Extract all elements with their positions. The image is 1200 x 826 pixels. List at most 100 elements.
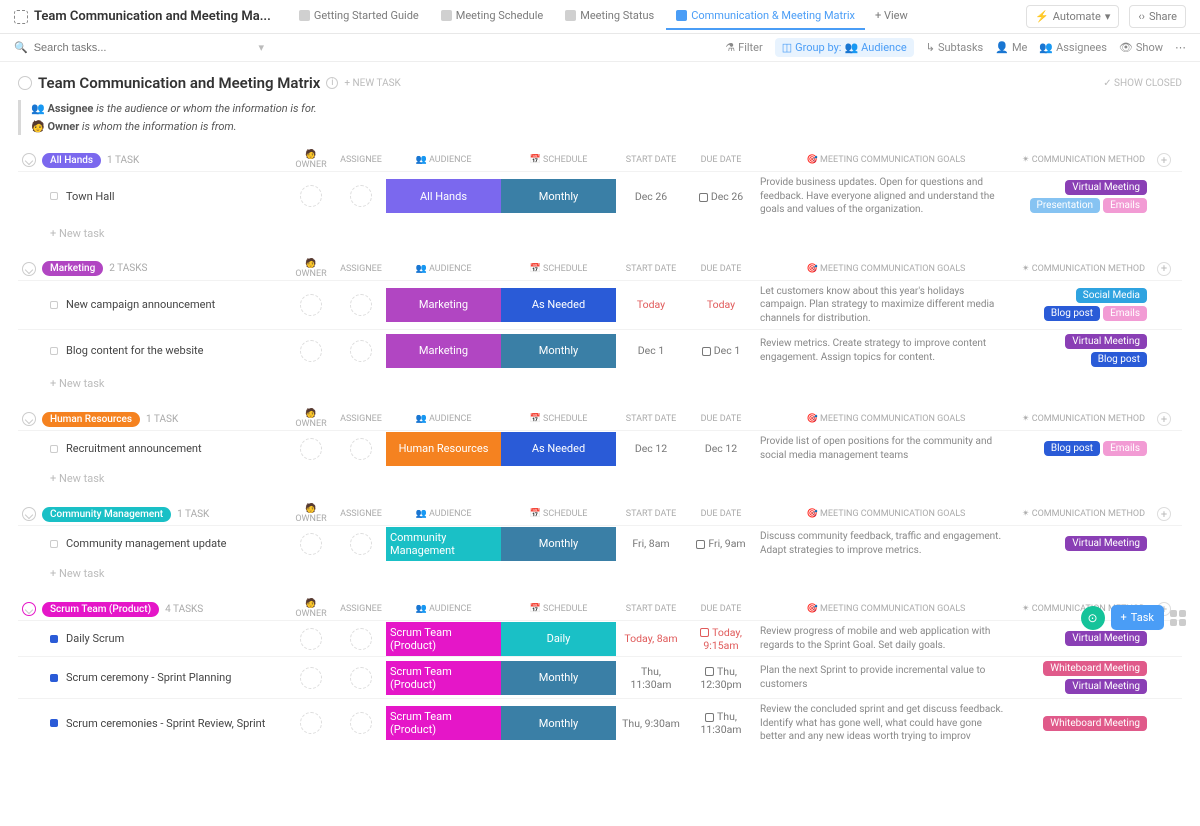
new-task-row[interactable]: + New task	[18, 466, 1182, 485]
audience-cell[interactable]: Marketing	[386, 334, 501, 368]
status-square[interactable]	[50, 635, 58, 643]
method-tag[interactable]: Emails	[1103, 441, 1147, 456]
automate-button[interactable]: ⚡ Automate ▾	[1026, 5, 1119, 28]
chevron-down-icon[interactable]: ▾	[258, 41, 264, 54]
start-date[interactable]: Dec 12	[616, 438, 686, 459]
method-tag[interactable]: Virtual Meeting	[1065, 679, 1147, 694]
method-tag[interactable]: Presentation	[1030, 198, 1101, 213]
start-date[interactable]: Today, 8am	[616, 628, 686, 649]
start-date[interactable]: Thu, 11:30am	[616, 661, 686, 695]
share-button[interactable]: ‹› Share	[1129, 5, 1186, 28]
task-row[interactable]: Recruitment announcementHuman ResourcesA…	[18, 430, 1182, 466]
schedule-cell[interactable]: Monthly	[501, 334, 616, 368]
show-button[interactable]: 👁Show	[1119, 41, 1163, 54]
method-tag[interactable]: Whiteboard Meeting	[1043, 716, 1147, 731]
schedule-cell[interactable]: Monthly	[501, 706, 616, 740]
status-square[interactable]	[50, 445, 58, 453]
status-square[interactable]	[50, 674, 58, 682]
new-task-row[interactable]: + New task	[18, 371, 1182, 390]
schedule-cell[interactable]: Monthly	[501, 527, 616, 561]
group-pill[interactable]: Marketing	[42, 261, 103, 276]
new-task-fab[interactable]: +Task	[1111, 605, 1164, 630]
add-column-button[interactable]: +	[1157, 153, 1171, 167]
info-icon[interactable]: i	[326, 77, 338, 89]
audience-cell[interactable]: Scrum Team (Product)	[386, 661, 501, 695]
owner-avatar[interactable]	[300, 185, 322, 207]
start-date[interactable]: Today	[616, 294, 686, 315]
due-date[interactable]: Dec 26	[686, 186, 756, 207]
apps-icon[interactable]	[1170, 610, 1186, 626]
collapse-icon[interactable]	[22, 262, 36, 276]
view-tab[interactable]: Meeting Status	[555, 3, 664, 30]
schedule-cell[interactable]: Monthly	[501, 179, 616, 213]
audience-cell[interactable]: All Hands	[386, 179, 501, 213]
due-date[interactable]: Dec 12	[686, 438, 756, 459]
assignee-avatar[interactable]	[350, 667, 372, 689]
task-row[interactable]: Blog content for the websiteMarketingMon…	[18, 329, 1182, 371]
task-row[interactable]: Scrum ceremonies - Sprint Review, Sprint…	[18, 698, 1182, 748]
task-row[interactable]: Community management updateCommunity Man…	[18, 525, 1182, 561]
task-row[interactable]: Scrum ceremony - Sprint PlanningScrum Te…	[18, 656, 1182, 698]
assignee-avatar[interactable]	[350, 712, 372, 734]
schedule-cell[interactable]: As Needed	[501, 432, 616, 466]
audience-cell[interactable]: Marketing	[386, 288, 501, 322]
me-button[interactable]: 👤Me	[995, 41, 1027, 54]
new-task-button[interactable]: + NEW TASK	[344, 78, 400, 89]
show-closed-button[interactable]: ✓ SHOW CLOSED	[1103, 78, 1182, 89]
status-square[interactable]	[50, 301, 58, 309]
schedule-cell[interactable]: As Needed	[501, 288, 616, 322]
assignee-avatar[interactable]	[350, 185, 372, 207]
subtasks-button[interactable]: ↳Subtasks	[926, 41, 984, 54]
view-tab[interactable]: Meeting Schedule	[431, 3, 553, 30]
group-pill[interactable]: Scrum Team (Product)	[42, 602, 159, 617]
owner-avatar[interactable]	[300, 712, 322, 734]
due-date[interactable]: Today	[686, 294, 756, 315]
group-pill[interactable]: Human Resources	[42, 412, 140, 427]
assignee-avatar[interactable]	[350, 533, 372, 555]
view-tab[interactable]: Communication & Meeting Matrix	[666, 3, 865, 30]
status-square[interactable]	[50, 719, 58, 727]
due-date[interactable]: Thu, 11:30am	[686, 706, 756, 740]
audience-cell[interactable]: Scrum Team (Product)	[386, 706, 501, 740]
task-row[interactable]: Town HallAll HandsMonthlyDec 26Dec 26Pro…	[18, 171, 1182, 221]
assignee-avatar[interactable]	[350, 438, 372, 460]
start-date[interactable]: Thu, 9:30am	[616, 713, 686, 734]
add-column-button[interactable]: +	[1157, 262, 1171, 276]
method-tag[interactable]: Virtual Meeting	[1065, 536, 1147, 551]
add-view-button[interactable]: + View	[865, 3, 918, 30]
assignee-avatar[interactable]	[350, 628, 372, 650]
owner-avatar[interactable]	[300, 533, 322, 555]
task-row[interactable]: New campaign announcementMarketingAs Nee…	[18, 280, 1182, 330]
owner-avatar[interactable]	[300, 628, 322, 650]
due-date[interactable]: Thu, 12:30pm	[686, 661, 756, 695]
start-date[interactable]: Dec 1	[616, 340, 686, 361]
workspace-title[interactable]: Team Communication and Meeting Ma...	[14, 9, 271, 24]
owner-avatar[interactable]	[300, 294, 322, 316]
method-tag[interactable]: Whiteboard Meeting	[1043, 661, 1147, 676]
method-tag[interactable]: Blog post	[1044, 441, 1100, 456]
start-date[interactable]: Fri, 8am	[616, 533, 686, 554]
audience-cell[interactable]: Human Resources	[386, 432, 501, 466]
add-column-button[interactable]: +	[1157, 412, 1171, 426]
group-pill[interactable]: Community Management	[42, 507, 171, 522]
search-box[interactable]: 🔍 ▾	[14, 41, 264, 54]
filter-button[interactable]: ⚗Filter	[725, 41, 762, 54]
owner-avatar[interactable]	[300, 340, 322, 362]
method-tag[interactable]: Emails	[1103, 198, 1147, 213]
owner-avatar[interactable]	[300, 438, 322, 460]
assignees-button[interactable]: 👥Assignees	[1039, 41, 1107, 54]
collapse-icon[interactable]	[22, 412, 36, 426]
schedule-cell[interactable]: Daily	[501, 622, 616, 656]
assignee-avatar[interactable]	[350, 340, 372, 362]
add-column-button[interactable]: +	[1157, 507, 1171, 521]
start-date[interactable]: Dec 26	[616, 186, 686, 207]
record-button[interactable]: ⊙	[1081, 606, 1105, 630]
due-date[interactable]: Fri, 9am	[686, 533, 756, 554]
new-task-row[interactable]: + New task	[18, 221, 1182, 240]
audience-cell[interactable]: Community Management	[386, 527, 501, 561]
task-row[interactable]: Daily ScrumScrum Team (Product)DailyToda…	[18, 620, 1182, 656]
method-tag[interactable]: Social Media	[1076, 288, 1147, 303]
new-task-row[interactable]: + New task	[18, 561, 1182, 580]
more-button[interactable]: ⋯	[1175, 41, 1186, 54]
status-square[interactable]	[50, 540, 58, 548]
